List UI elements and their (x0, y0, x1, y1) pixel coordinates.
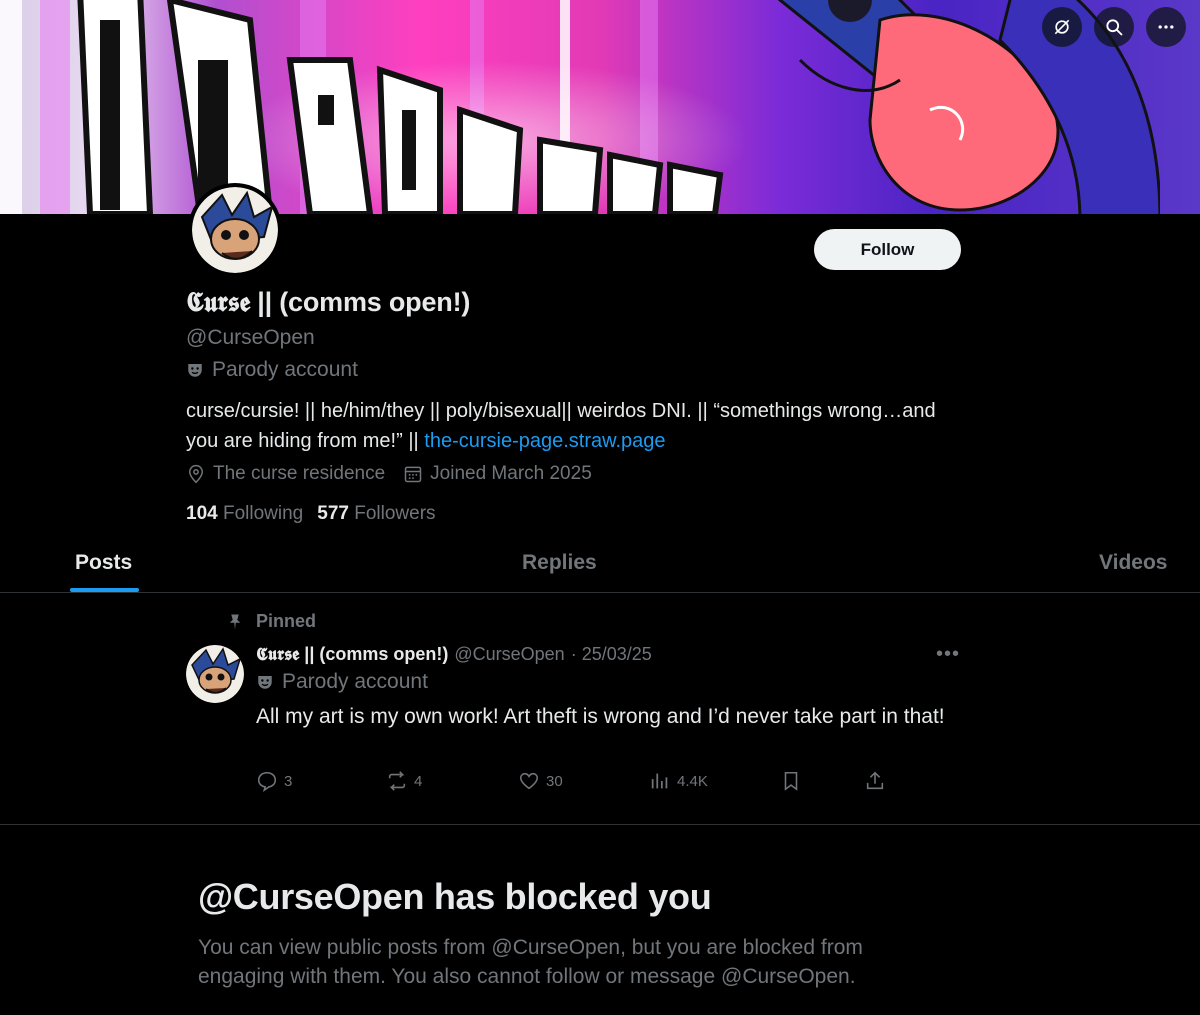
post-text: All my art is my own work! Art theft is … (256, 705, 945, 728)
join-date: Joined March 2025 (403, 463, 592, 485)
more-button[interactable] (1146, 7, 1186, 47)
post-parody-label: Parody account (256, 670, 428, 694)
post-more-icon[interactable]: ••• (936, 643, 960, 666)
theater-mask-icon (258, 676, 272, 689)
join-date-text: Joined March 2025 (430, 463, 592, 484)
profile-banner[interactable] (0, 0, 1200, 214)
reply-count: 3 (284, 772, 293, 790)
blocked-description: You can view public posts from @CurseOpe… (198, 936, 863, 988)
pinned-label: Pinned (256, 611, 317, 631)
active-tab-indicator (70, 588, 139, 592)
post-author-avatar[interactable] (186, 645, 244, 703)
pin-icon (229, 614, 241, 629)
tab-videos[interactable]: Videos (1099, 551, 1167, 575)
location-text: The curse residence (213, 463, 386, 484)
following-count: 104 (186, 503, 218, 524)
profile-tabs: Posts Replies Videos (0, 535, 1200, 593)
heart-icon (519, 772, 539, 790)
views-count: 4.4K (677, 772, 708, 790)
grok-button[interactable] (1042, 7, 1082, 47)
repost-count: 4 (414, 772, 423, 790)
post-divider (0, 824, 1200, 825)
theater-mask-icon (188, 364, 202, 377)
following-link[interactable]: 104 Following (186, 503, 303, 525)
repost-icon (388, 771, 406, 791)
pinned-indicator: Pinned (226, 611, 316, 632)
profile-handle: @CurseOpen (186, 326, 315, 349)
blocked-title: @CurseOpen has blocked you (198, 876, 712, 917)
more-icon (1158, 25, 1174, 29)
like-count: 30 (546, 772, 563, 790)
post-parody-text: Parody account (282, 670, 428, 693)
search-button[interactable] (1094, 7, 1134, 47)
grok-icon (1054, 19, 1070, 35)
reply-button[interactable]: 3 (256, 770, 292, 792)
post-author-handle[interactable]: @CurseOpen (454, 644, 564, 665)
like-button[interactable]: 30 (518, 770, 563, 792)
follow-button[interactable]: Follow (814, 229, 961, 270)
repost-button[interactable]: 4 (386, 770, 422, 792)
following-label: Following (222, 503, 304, 524)
parody-label-text: Parody account (212, 358, 358, 381)
banner-logo (77, 0, 724, 214)
tab-posts[interactable]: Posts (75, 551, 132, 575)
followers-link[interactable]: 577 Followers (317, 503, 435, 525)
post-author-name[interactable]: 𝕮𝖚𝖗𝖘𝖊 || (comms open!) (256, 644, 448, 665)
parody-label: Parody account (186, 358, 358, 382)
share-icon (866, 771, 884, 790)
profile-display-name: 𝕮𝖚𝖗𝖘𝖊 || (comms open!) (186, 287, 471, 317)
banner-actions (1042, 7, 1186, 47)
bookmark-icon (784, 771, 798, 791)
tab-replies[interactable]: Replies (522, 551, 597, 575)
follow-counts: 104 Following 577 Followers (186, 503, 436, 525)
post-actions: 3 4 30 4.4K (256, 770, 896, 798)
post-header: 𝕮𝖚𝖗𝖘𝖊 || (comms open!) @CurseOpen · 25/0… (256, 644, 652, 665)
views-button[interactable]: 4.4K (649, 770, 708, 792)
profile-bio: curse/cursie! || he/him/they || poly/bis… (186, 396, 946, 456)
location-pin-icon (188, 464, 204, 484)
reply-icon (257, 771, 277, 792)
analytics-icon (651, 773, 668, 789)
post-date[interactable]: · 25/03/25 (571, 644, 652, 665)
bio-link[interactable]: the-cursie-page.straw.page (424, 430, 665, 452)
share-button[interactable] (864, 770, 886, 792)
profile-avatar[interactable] (188, 183, 282, 277)
search-icon (1106, 19, 1123, 36)
calendar-icon (404, 466, 422, 483)
location: The curse residence (186, 463, 385, 485)
profile-meta: The curse residence Joined March 2025 (186, 463, 592, 485)
followers-label: Followers (354, 503, 436, 524)
followers-count: 577 (317, 503, 349, 524)
bookmark-button[interactable] (780, 770, 802, 792)
